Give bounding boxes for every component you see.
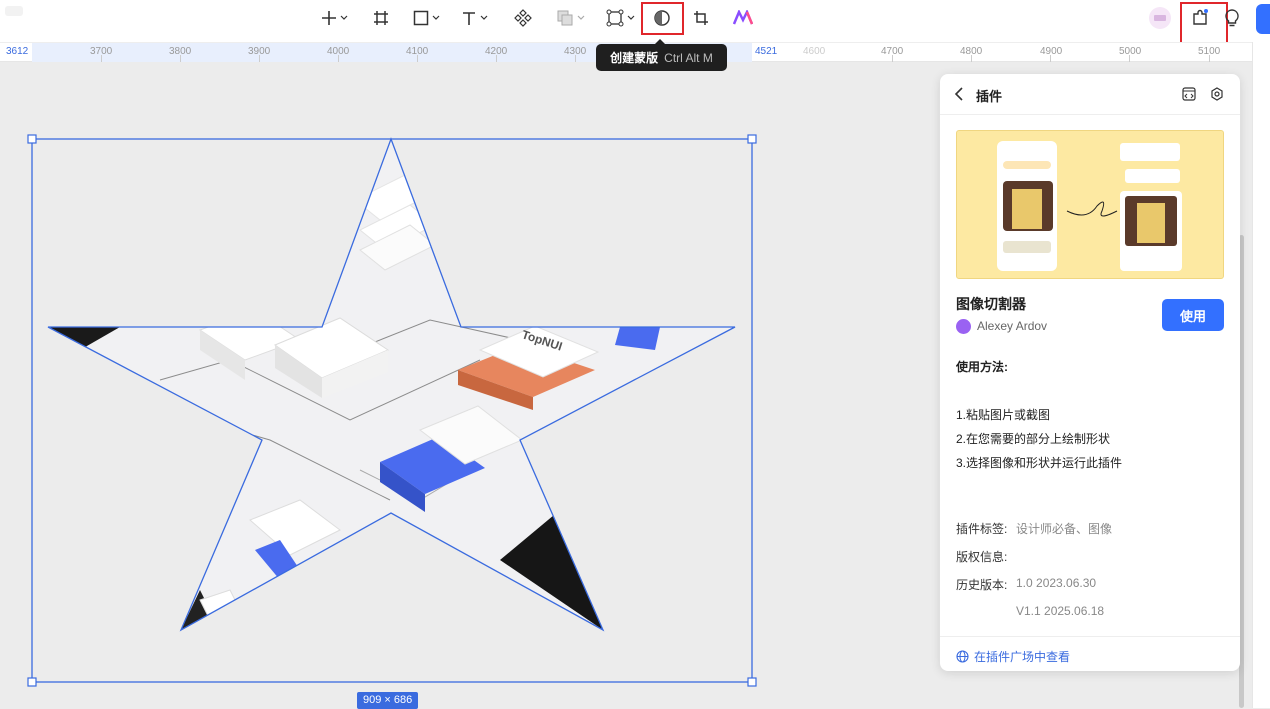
mask-tooltip: 创建蒙版 Ctrl Alt M xyxy=(596,39,727,71)
author-name: Alexey Ardov xyxy=(977,319,1048,333)
author-avatar xyxy=(956,318,971,334)
plugin-name: 图像切割器 xyxy=(956,296,1026,312)
tooltip-shortcut: Ctrl Alt M xyxy=(664,50,713,65)
globe-icon xyxy=(956,650,969,663)
usage-step: 1.粘贴图片或截图 xyxy=(956,408,1051,422)
settings-button[interactable] xyxy=(1210,87,1224,106)
tags-value: 设计师必备、图像 xyxy=(1016,522,1113,536)
gear-icon xyxy=(1211,87,1223,101)
plugin-panel-footer: 在插件广场中查看 xyxy=(940,636,1240,671)
plugin-banner-image xyxy=(956,130,1224,279)
chevron-left-icon xyxy=(954,87,963,101)
masked-image[interactable]: TopNUI xyxy=(30,130,750,650)
right-property-strip xyxy=(1252,42,1270,708)
usage-heading: 使用方法: xyxy=(956,360,1008,374)
plugin-author[interactable]: Alexey Ardov xyxy=(956,318,1047,334)
view-in-plugin-market-link[interactable]: 在插件广场中查看 xyxy=(956,648,1070,665)
tooltip-label: 创建蒙版 xyxy=(610,51,659,65)
code-window-icon xyxy=(1182,87,1196,101)
selection-size-badge: 909 × 686 xyxy=(357,692,419,709)
back-button[interactable] xyxy=(954,87,964,106)
usage-step: 2.在您需要的部分上绘制形状 xyxy=(956,432,1111,446)
history-label: 历史版本: xyxy=(956,578,1008,592)
dev-mode-button[interactable] xyxy=(1182,87,1196,106)
copyright-label: 版权信息: xyxy=(956,550,1008,564)
tags-label: 插件标签: xyxy=(956,522,1008,536)
usage-step: 3.选择图像和形状并运行此插件 xyxy=(956,456,1123,470)
use-plugin-button[interactable]: 使用 xyxy=(1162,299,1224,331)
plugin-panel-header: 插件 xyxy=(940,74,1240,115)
market-link-text: 在插件广场中查看 xyxy=(974,650,1071,664)
history-version[interactable]: 1.0 2023.06.30 xyxy=(1016,576,1096,590)
plugin-panel: 插件 图像切割器 Alexey Ardov 使用 使用方法: 1.粘贴图片或截图… xyxy=(940,74,1240,671)
panel-title: 插件 xyxy=(976,89,1003,104)
history-version[interactable]: V1.1 2025.06.18 xyxy=(1016,604,1104,618)
